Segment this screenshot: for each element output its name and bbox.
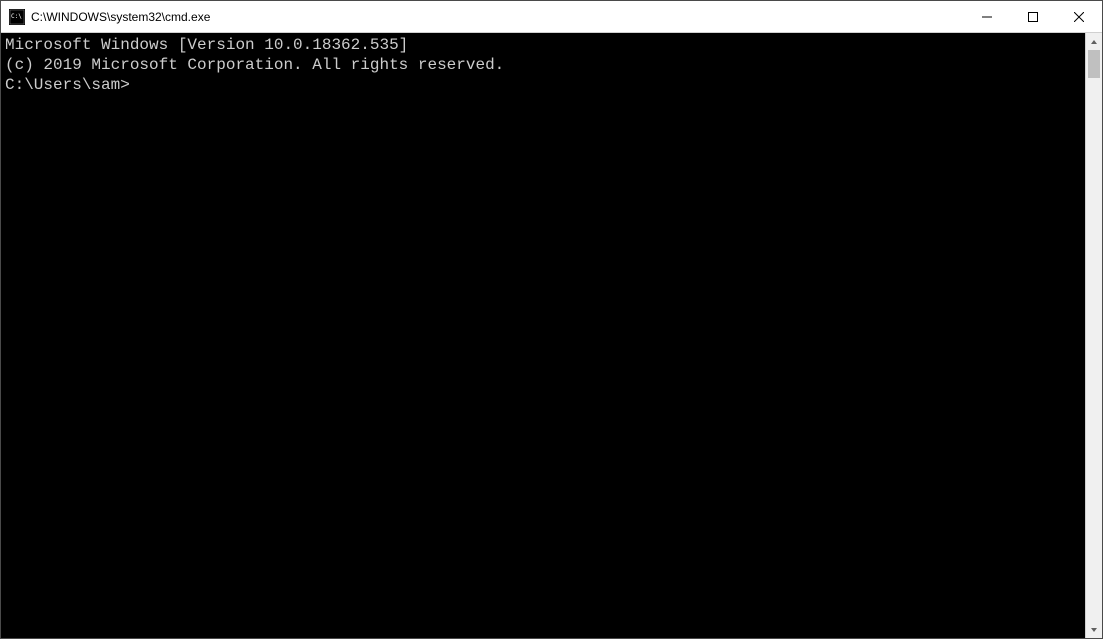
scrollbar-thumb[interactable] <box>1088 50 1100 78</box>
cmd-window: C:\ C:\WINDOWS\system32\cmd.exe <box>0 0 1103 639</box>
minimize-button[interactable] <box>964 1 1010 32</box>
maximize-button[interactable] <box>1010 1 1056 32</box>
terminal-line: (c) 2019 Microsoft Corporation. All righ… <box>5 55 1081 75</box>
window-controls <box>964 1 1102 32</box>
cmd-icon: C:\ <box>9 9 25 25</box>
scrollbar-down-button[interactable] <box>1086 621 1102 638</box>
window-title: C:\WINDOWS\system32\cmd.exe <box>31 10 964 24</box>
terminal-cursor <box>130 75 139 93</box>
titlebar[interactable]: C:\ C:\WINDOWS\system32\cmd.exe <box>1 1 1102 33</box>
svg-text:C:\: C:\ <box>11 13 22 20</box>
scrollbar-up-button[interactable] <box>1086 33 1102 50</box>
vertical-scrollbar[interactable] <box>1085 33 1102 638</box>
scrollbar-track[interactable] <box>1086 50 1102 621</box>
terminal-prompt-line: C:\Users\sam> <box>5 75 1081 95</box>
terminal-content[interactable]: Microsoft Windows [Version 10.0.18362.53… <box>1 33 1085 638</box>
terminal-line: Microsoft Windows [Version 10.0.18362.53… <box>5 35 1081 55</box>
terminal-prompt: C:\Users\sam> <box>5 75 130 95</box>
terminal-area: Microsoft Windows [Version 10.0.18362.53… <box>1 33 1102 638</box>
close-button[interactable] <box>1056 1 1102 32</box>
